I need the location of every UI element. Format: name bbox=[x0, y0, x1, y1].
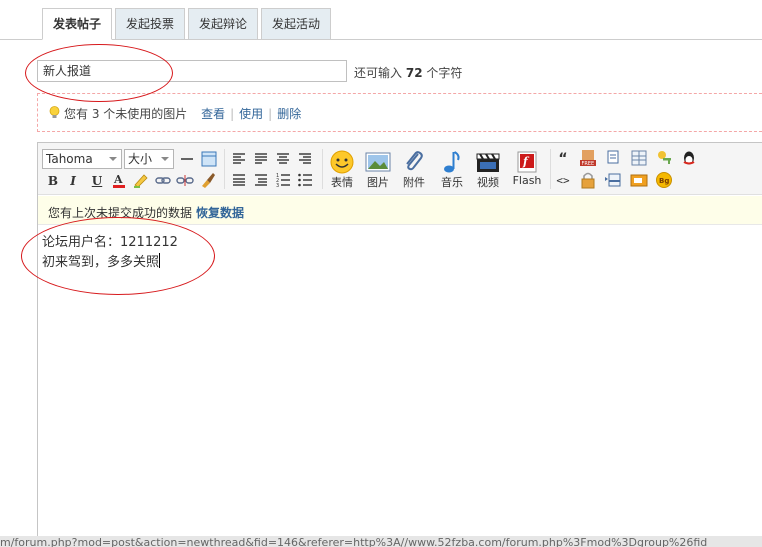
align-justify-icon[interactable] bbox=[252, 150, 270, 168]
view-link[interactable]: 查看 bbox=[201, 107, 225, 121]
chevron-down-icon bbox=[109, 157, 117, 161]
align-right-icon[interactable] bbox=[296, 150, 314, 168]
svg-text:A: A bbox=[113, 173, 123, 186]
char-hint-suffix: 个字符 bbox=[426, 66, 463, 80]
unused-image-notice: 您有 3 个未使用的图片 查看 | 使用 | 删除 bbox=[37, 93, 762, 132]
emotion-button[interactable]: 表情 bbox=[324, 148, 360, 192]
music-button[interactable]: 音乐 bbox=[434, 148, 470, 192]
clapperboard-icon bbox=[476, 153, 500, 172]
music-label: 音乐 bbox=[441, 176, 463, 189]
notice-text: 您有 3 个未使用的图片 bbox=[64, 107, 188, 121]
ordered-list-icon[interactable]: 123 bbox=[274, 171, 292, 189]
link-icon[interactable] bbox=[154, 171, 172, 189]
editor-toolbar: Tahoma 大小 B I U A 1 2 3 表情 图片 附件 音乐 视频 f… bbox=[38, 143, 762, 195]
user-key-icon[interactable] bbox=[655, 149, 673, 167]
font-family-select[interactable]: Tahoma bbox=[42, 149, 122, 169]
table-layout-icon[interactable] bbox=[630, 149, 648, 167]
font-color-icon[interactable]: A bbox=[110, 171, 128, 189]
outdent-icon[interactable] bbox=[252, 171, 270, 189]
use-link[interactable]: 使用 bbox=[239, 107, 263, 121]
paperclip-icon bbox=[406, 151, 423, 171]
tab-new-poll[interactable]: 发起投票 bbox=[115, 8, 185, 40]
lock-icon[interactable] bbox=[579, 171, 597, 189]
flash-icon: f bbox=[517, 151, 537, 173]
post-type-tabs: 发表帖子 发起投票 发起辩论 发起活动 bbox=[0, 0, 762, 40]
free-content-icon[interactable]: FREE bbox=[579, 149, 597, 167]
separator: | bbox=[268, 107, 273, 121]
tab-new-activity[interactable]: 发起活动 bbox=[261, 8, 331, 40]
attachment-button[interactable]: 附件 bbox=[396, 148, 432, 192]
font-size-select[interactable]: 大小 bbox=[124, 149, 174, 169]
toolbar-divider bbox=[550, 149, 551, 189]
svg-text:Bg: Bg bbox=[659, 177, 669, 185]
font-size-value: 大小 bbox=[128, 152, 153, 166]
qq-icon[interactable] bbox=[680, 149, 698, 167]
flash-label: Flash bbox=[512, 174, 542, 187]
toolbar-divider bbox=[224, 149, 225, 189]
italic-button[interactable]: I bbox=[64, 172, 82, 190]
flash-button[interactable]: f Flash bbox=[508, 148, 546, 192]
smiley-icon bbox=[330, 150, 354, 174]
video-button[interactable]: 视频 bbox=[470, 148, 506, 192]
svg-text:FREE: FREE bbox=[582, 161, 595, 167]
code-button[interactable]: <> bbox=[554, 172, 572, 190]
align-left-icon[interactable] bbox=[230, 150, 248, 168]
browser-status-bar: m/forum.php?mod=post&action=newthread&fi… bbox=[0, 536, 762, 547]
page-icon[interactable] bbox=[604, 149, 622, 167]
separator: | bbox=[230, 107, 235, 121]
image-label: 图片 bbox=[367, 176, 389, 189]
tab-new-debate[interactable]: 发起辩论 bbox=[188, 8, 258, 40]
bold-button[interactable]: B bbox=[44, 172, 62, 190]
annotation-oval-subject bbox=[25, 44, 173, 102]
char-hint-count: 72 bbox=[405, 66, 423, 80]
align-center-icon[interactable] bbox=[274, 150, 292, 168]
post-editor: Tahoma 大小 B I U A 1 2 3 表情 图片 附件 音乐 视频 f… bbox=[37, 142, 762, 547]
image-icon bbox=[365, 152, 391, 172]
quote-button[interactable]: “ bbox=[554, 150, 572, 168]
char-count-hint: 还可输入 72 个字符 bbox=[354, 64, 462, 81]
highlight-icon[interactable] bbox=[132, 171, 150, 189]
lightbulb-icon bbox=[49, 106, 60, 118]
underline-button[interactable]: U bbox=[88, 172, 106, 190]
char-hint-prefix: 还可输入 bbox=[354, 66, 403, 80]
tab-new-post[interactable]: 发表帖子 bbox=[42, 8, 112, 40]
clear-format-icon[interactable] bbox=[198, 171, 216, 189]
image-button[interactable]: 图片 bbox=[360, 148, 396, 192]
unlink-icon[interactable] bbox=[176, 171, 194, 189]
font-family-value: Tahoma bbox=[46, 152, 93, 166]
music-note-icon bbox=[444, 151, 460, 173]
unordered-list-icon[interactable] bbox=[296, 171, 314, 189]
background-icon[interactable]: Bg bbox=[655, 171, 673, 189]
emotion-label: 表情 bbox=[331, 176, 353, 189]
attachment-label: 附件 bbox=[403, 176, 425, 189]
horizontal-rule-icon[interactable] bbox=[178, 150, 196, 168]
hide-content-icon[interactable] bbox=[604, 171, 622, 189]
svg-text:3: 3 bbox=[276, 183, 279, 189]
table-icon[interactable] bbox=[200, 150, 218, 168]
indent-icon[interactable] bbox=[230, 171, 248, 189]
restore-data-link[interactable]: 恢复数据 bbox=[196, 206, 244, 220]
delete-link[interactable]: 删除 bbox=[277, 107, 301, 121]
toolbar-divider bbox=[322, 149, 323, 189]
video-label: 视频 bbox=[477, 176, 499, 189]
annotation-oval-content bbox=[21, 217, 215, 295]
password-icon[interactable] bbox=[630, 171, 648, 189]
chevron-down-icon bbox=[161, 157, 169, 161]
